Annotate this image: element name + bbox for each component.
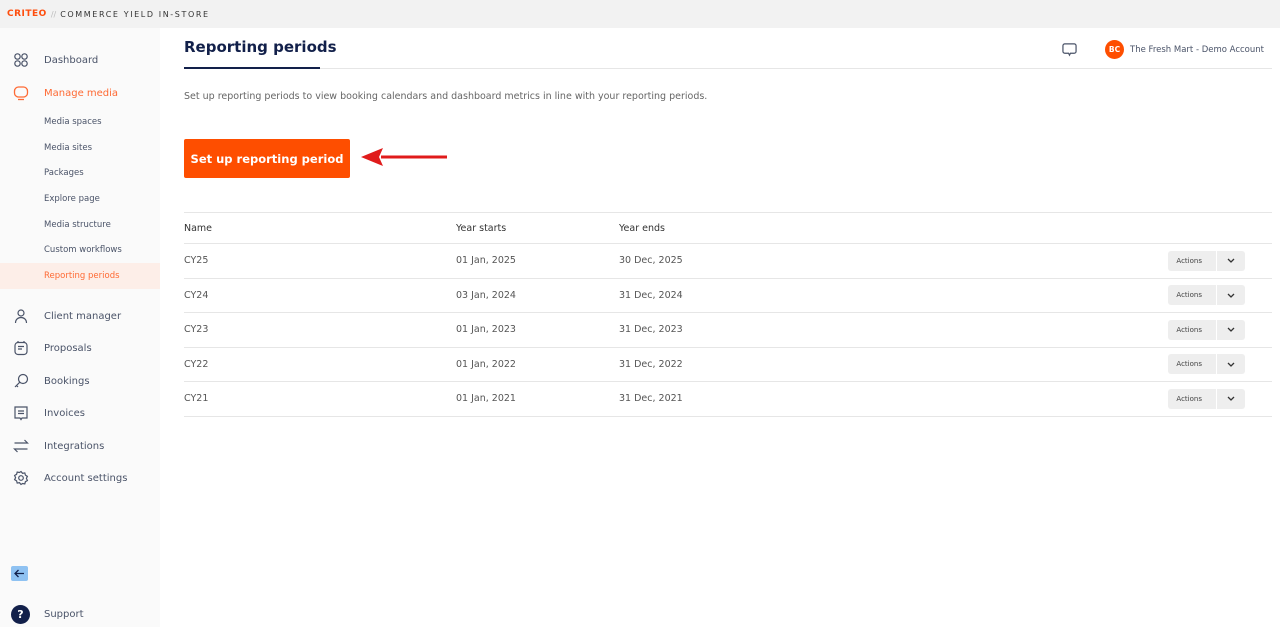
actions-dropdown[interactable]: Actions bbox=[1168, 388, 1245, 409]
table-row: CY25 01 Jan, 2025 30 Dec, 2025 Actions bbox=[184, 243, 1272, 279]
support-link[interactable]: ? Support bbox=[0, 604, 160, 624]
sidebar-item-bookings[interactable]: Bookings bbox=[0, 373, 160, 389]
actions-dropdown[interactable]: Actions bbox=[1168, 319, 1245, 340]
cell-year-starts: 01 Jan, 2021 bbox=[456, 381, 619, 417]
sidebar-subitem-reporting-periods[interactable]: Reporting periods bbox=[0, 263, 160, 289]
column-header-year-ends: Year ends bbox=[619, 212, 868, 244]
red-arrow-annotation bbox=[361, 148, 447, 166]
divider bbox=[184, 68, 1272, 69]
reporting-periods-table: Name Year starts Year ends CY25 01 Jan, 2… bbox=[184, 212, 1272, 417]
page-description: Set up reporting periods to view booking… bbox=[184, 91, 708, 102]
arrow-left-icon bbox=[14, 569, 24, 578]
criteo-logo: CRITEO bbox=[7, 9, 47, 19]
sidebar-item-client-manager[interactable]: Client manager bbox=[0, 308, 160, 324]
cell-name: CY23 bbox=[184, 312, 456, 348]
top-bar: CRITEO// COMMERCE YIELD IN-STORE bbox=[0, 0, 1280, 28]
active-tab-indicator bbox=[184, 67, 320, 69]
sidebar-item-integrations[interactable]: Integrations bbox=[0, 438, 160, 454]
sidebar-item-invoices[interactable]: Invoices bbox=[0, 405, 160, 421]
column-header-year-starts: Year starts bbox=[456, 212, 619, 244]
header-right: BC The Fresh Mart - Demo Account bbox=[1062, 40, 1264, 59]
collapse-sidebar-button[interactable] bbox=[11, 566, 28, 581]
cell-year-ends: 31 Dec, 2023 bbox=[619, 312, 868, 348]
cell-year-starts: 01 Jan, 2025 bbox=[456, 243, 619, 279]
key-icon bbox=[14, 373, 29, 388]
actions-dropdown[interactable]: Actions bbox=[1168, 285, 1245, 306]
table-row: CY24 03 Jan, 2024 31 Dec, 2024 Actions bbox=[184, 278, 1272, 313]
table-row: CY21 01 Jan, 2021 31 Dec, 2021 Actions bbox=[184, 381, 1272, 417]
set-up-reporting-period-button[interactable]: Set up reporting period bbox=[184, 139, 350, 178]
sidebar: Dashboard Manage media Media spaces Medi… bbox=[0, 28, 160, 627]
table-row: CY22 01 Jan, 2022 31 Dec, 2022 Actions bbox=[184, 347, 1272, 382]
chevron-down-icon[interactable] bbox=[1217, 251, 1245, 271]
cell-name: CY25 bbox=[184, 243, 456, 279]
grid-icon bbox=[14, 53, 28, 67]
cell-year-starts: 01 Jan, 2023 bbox=[456, 312, 619, 348]
user-icon bbox=[14, 309, 28, 324]
actions-button[interactable]: Actions bbox=[1168, 354, 1217, 375]
arrows-exchange-icon bbox=[13, 439, 29, 453]
chevron-down-icon[interactable] bbox=[1217, 389, 1245, 409]
account-name[interactable]: The Fresh Mart - Demo Account bbox=[1130, 45, 1264, 55]
actions-button[interactable]: Actions bbox=[1168, 250, 1217, 271]
chevron-down-icon[interactable] bbox=[1217, 285, 1245, 305]
page-title: Reporting periods bbox=[184, 38, 337, 56]
sidebar-subitem[interactable]: Custom workflows bbox=[0, 237, 160, 263]
help-icon: ? bbox=[11, 604, 30, 624]
cell-name: CY21 bbox=[184, 381, 456, 417]
sidebar-subitem[interactable]: Packages bbox=[0, 160, 160, 186]
cell-year-ends: 31 Dec, 2024 bbox=[619, 278, 868, 313]
chevron-down-icon[interactable] bbox=[1217, 354, 1245, 374]
actions-button[interactable]: Actions bbox=[1168, 319, 1217, 340]
sidebar-subitem[interactable]: Media spaces bbox=[0, 109, 160, 135]
chat-icon[interactable] bbox=[1062, 42, 1077, 57]
sidebar-subitem[interactable]: Media structure bbox=[0, 212, 160, 238]
actions-button[interactable]: Actions bbox=[1168, 388, 1217, 409]
gear-icon bbox=[13, 470, 29, 486]
table-header-row: Name Year starts Year ends bbox=[184, 212, 1272, 244]
sidebar-item-proposals[interactable]: Proposals bbox=[0, 340, 160, 356]
chevron-down-icon[interactable] bbox=[1217, 320, 1245, 340]
cell-year-starts: 01 Jan, 2022 bbox=[456, 347, 619, 382]
clipboard-icon bbox=[14, 341, 28, 356]
product-name: COMMERCE YIELD IN-STORE bbox=[60, 9, 210, 19]
sidebar-item-dashboard[interactable]: Dashboard bbox=[0, 52, 160, 68]
cell-year-ends: 31 Dec, 2022 bbox=[619, 347, 868, 382]
column-header-name: Name bbox=[184, 212, 456, 244]
sidebar-item-manage-media[interactable]: Manage media bbox=[0, 85, 160, 101]
table-row: CY23 01 Jan, 2023 31 Dec, 2023 Actions bbox=[184, 312, 1272, 348]
receipt-icon bbox=[14, 406, 28, 421]
cell-year-starts: 03 Jan, 2024 bbox=[456, 278, 619, 313]
actions-button[interactable]: Actions bbox=[1168, 285, 1217, 306]
monitor-icon bbox=[13, 86, 29, 101]
sidebar-subitem[interactable]: Media sites bbox=[0, 135, 160, 161]
cell-year-ends: 30 Dec, 2025 bbox=[619, 243, 868, 279]
sidebar-item-account-settings[interactable]: Account settings bbox=[0, 470, 160, 486]
avatar[interactable]: BC bbox=[1105, 40, 1125, 59]
actions-dropdown[interactable]: Actions bbox=[1168, 250, 1245, 271]
actions-dropdown[interactable]: Actions bbox=[1168, 354, 1245, 375]
cell-year-ends: 31 Dec, 2021 bbox=[619, 381, 868, 417]
cell-name: CY24 bbox=[184, 278, 456, 313]
sidebar-subitem[interactable]: Explore page bbox=[0, 186, 160, 212]
cell-name: CY22 bbox=[184, 347, 456, 382]
